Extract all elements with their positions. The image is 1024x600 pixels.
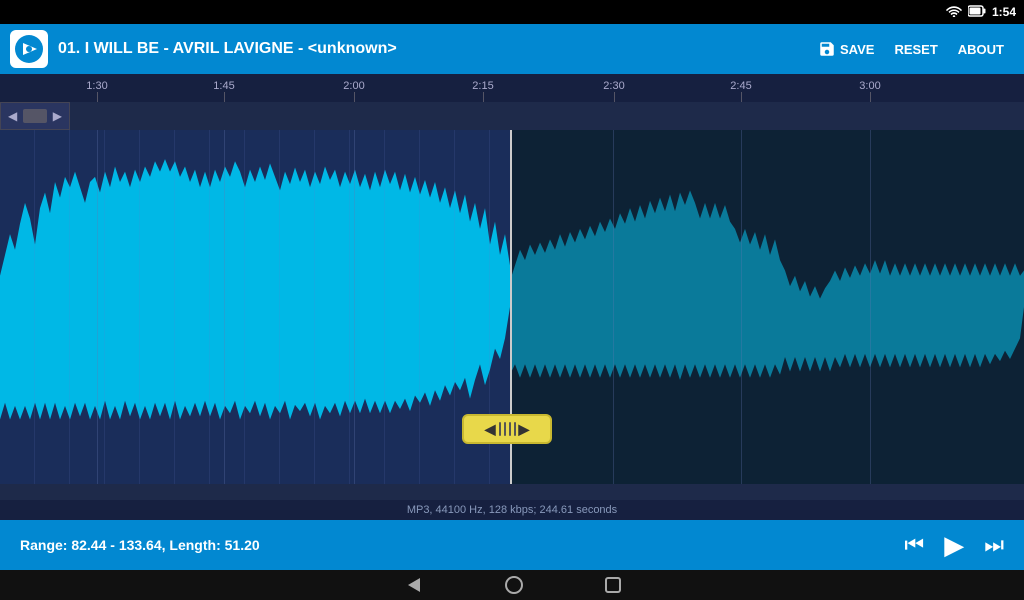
time-marker-300: 3:00: [859, 80, 880, 92]
time-marker-245: 2:45: [730, 80, 751, 92]
time-marker-200: 2:00: [343, 80, 364, 92]
wifi-icon: [946, 5, 962, 20]
scrubber-bar-1: [499, 422, 501, 436]
rewind-button[interactable]: ⏮: [904, 532, 924, 558]
waveform-canvas[interactable]: ◀ ▶: [0, 130, 1024, 484]
player-bar: Range: 82.44 - 133.64, Length: 51.20 ⏮ ▶…: [0, 520, 1024, 570]
scrubber-handle[interactable]: ◀ ▶: [462, 414, 552, 444]
scrubber-bar-4: [514, 422, 516, 436]
info-text: MP3, 44100 Hz, 128 kbps; 244.61 seconds: [407, 504, 617, 516]
about-button[interactable]: ABOUT: [948, 38, 1014, 61]
song-title: 01. I WILL BE - AVRIL LAVIGNE - <unknown…: [58, 40, 808, 58]
nav-bar: [0, 570, 1024, 600]
recents-nav-button[interactable]: [604, 576, 622, 594]
selected-region[interactable]: [0, 130, 510, 484]
status-bar: 1:54: [0, 0, 1024, 24]
overview-bar[interactable]: ◀ ▶: [0, 102, 70, 130]
battery-icon: [968, 5, 986, 20]
info-bar: MP3, 44100 Hz, 128 kbps; 244.61 seconds: [0, 500, 1024, 520]
overview-left-btn[interactable]: ◀: [5, 109, 20, 123]
app-icon: [10, 30, 48, 68]
waveform-unselected-svg: [510, 130, 1024, 484]
status-time: 1:54: [992, 5, 1016, 19]
time-marker-230: 2:30: [603, 80, 624, 92]
time-marker-130: 1:30: [86, 80, 107, 92]
time-marker-145: 1:45: [213, 80, 234, 92]
time-marker-215: 2:15: [472, 80, 493, 92]
save-button[interactable]: SAVE: [808, 36, 884, 62]
player-controls: ⏮ ▶ ⏭: [904, 530, 1004, 561]
scrubber-bar-2: [504, 422, 506, 436]
overview-handle[interactable]: [23, 109, 47, 123]
back-nav-button[interactable]: [402, 574, 424, 596]
fast-forward-button[interactable]: ⏭: [984, 532, 1004, 558]
scrubber-right-arrow[interactable]: ▶: [519, 421, 530, 438]
play-button[interactable]: ▶: [944, 530, 964, 561]
scrubber-left-arrow[interactable]: ◀: [485, 421, 496, 438]
home-nav-button[interactable]: [504, 575, 524, 595]
reset-button[interactable]: RESET: [884, 38, 947, 61]
unselected-region[interactable]: [510, 130, 1024, 484]
scrubber-bar-3: [509, 422, 511, 436]
waveform-selected-svg: [0, 130, 510, 484]
overview-right-btn[interactable]: ▶: [50, 109, 65, 123]
range-info: Range: 82.44 - 133.64, Length: 51.20: [20, 537, 904, 553]
waveform-area[interactable]: 1:30 1:45 2:00 2:15 2:30 2:45 3:00 ◀ ▶: [0, 74, 1024, 504]
timeline: 1:30 1:45 2:00 2:15 2:30 2:45 3:00: [0, 74, 1024, 102]
toolbar: 01. I WILL BE - AVRIL LAVIGNE - <unknown…: [0, 24, 1024, 74]
